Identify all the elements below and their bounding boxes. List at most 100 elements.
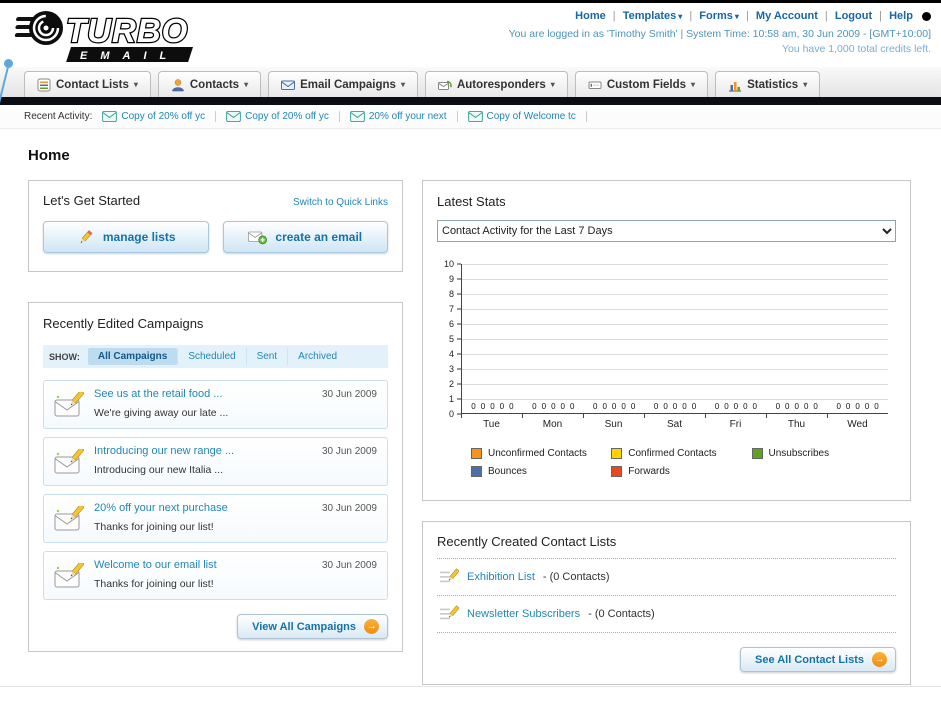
left-column: Let's Get Started Switch to Quick Links xyxy=(28,180,403,652)
top-nav-templates[interactable]: Templates ▾ xyxy=(623,10,683,22)
chart-y-tick-label: 5 xyxy=(448,334,454,344)
tab-custom-fields[interactable]: Custom Fields ▾ xyxy=(574,71,709,97)
see-all-contact-lists-button[interactable]: See All Contact Lists → xyxy=(739,647,896,672)
campaign-title-link[interactable]: 20% off your next purchase xyxy=(94,502,228,514)
chevron-down-icon: ▾ xyxy=(803,80,808,89)
contact-lists-panel-title: Recently Created Contact Lists xyxy=(437,534,896,559)
login-info: You are logged in as 'Timothy Smith' | S… xyxy=(508,28,931,40)
legend-label: Bounces xyxy=(488,466,527,477)
chart-y-tick-label: 8 xyxy=(448,289,454,299)
filter-all-campaigns[interactable]: All Campaigns xyxy=(87,348,178,365)
legend-item: Unsubscribes xyxy=(751,448,892,459)
contact-list-row[interactable]: Newsletter Subscribers - (0 Contacts) xyxy=(437,596,896,633)
campaign-subtitle: Thanks for joining our list! xyxy=(94,578,214,590)
nav-separator: | xyxy=(879,10,883,22)
credits-info: You have 1,000 total credits left. xyxy=(781,43,931,55)
stats-panel-title: Latest Stats xyxy=(437,194,506,209)
top-nav-my-account[interactable]: My Account xyxy=(756,10,818,22)
email-edit-icon xyxy=(54,391,84,416)
chart-category-label: Sun xyxy=(583,414,644,430)
chart-plot-area: 00000 00000 00000 00000 00000 00000 00000 xyxy=(461,264,888,414)
recent-activity-item[interactable]: 20% off your next xyxy=(350,111,458,122)
chart-y-tick-label: 9 xyxy=(448,274,454,284)
chart-values-group: 00000 xyxy=(593,402,636,411)
arrow-right-icon: → xyxy=(364,619,379,634)
pencil-icon xyxy=(80,229,93,243)
chart-x-axis: Tue Mon Sun Sat Fri Thu Wed xyxy=(461,414,888,430)
filter-archived[interactable]: Archived xyxy=(287,348,347,365)
legend-label: Unconfirmed Contacts xyxy=(488,448,587,459)
campaign-subtitle: Introducing our new Italia ... xyxy=(94,464,223,476)
campaign-row[interactable]: Welcome to our email list Thanks for joi… xyxy=(43,551,388,600)
contact-list-row[interactable]: Exhibition List - (0 Contacts) xyxy=(437,559,896,596)
contact-list-link[interactable]: Exhibition List xyxy=(467,571,535,583)
campaign-title-link[interactable]: Introducing our new range ... xyxy=(94,445,234,457)
campaign-row[interactable]: See us at the retail food ... We're givi… xyxy=(43,380,388,429)
tab-email-campaigns[interactable]: Email Campaigns ▾ xyxy=(268,71,418,97)
tab-statistics[interactable]: Statistics ▾ xyxy=(715,71,821,97)
view-all-campaigns-button[interactable]: View All Campaigns → xyxy=(237,614,388,639)
autoresponders-icon xyxy=(437,80,452,90)
chevron-down-icon: ▾ xyxy=(400,80,405,89)
envelope-plus-icon xyxy=(248,231,268,244)
recently-created-contact-lists-panel: Recently Created Contact Lists Exhibitio… xyxy=(422,521,911,685)
list-edit-icon xyxy=(440,605,459,620)
logo-email-text: EMAIL xyxy=(80,50,179,62)
campaign-title-link[interactable]: Welcome to our email list xyxy=(94,559,217,571)
contacts-icon xyxy=(172,78,184,91)
arrow-right-icon: → xyxy=(872,652,887,667)
legend-item: Unconfirmed Contacts xyxy=(471,448,611,459)
header-right: Home | Templates ▾ | Forms ▾ | My Account … xyxy=(509,7,931,67)
email-edit-icon xyxy=(54,505,84,530)
chart-category-label: Wed xyxy=(827,414,888,430)
recent-activity-item[interactable]: Copy of Welcome tc xyxy=(467,111,587,122)
get-started-panel: Let's Get Started Switch to Quick Links xyxy=(28,180,403,272)
campaign-row[interactable]: Introducing our new range ... Introducin… xyxy=(43,437,388,486)
legend-label: Forwards xyxy=(628,466,670,477)
stats-filter-select[interactable]: Contact Activity for the Last 7 Days xyxy=(437,220,896,242)
page-title: Home xyxy=(28,147,70,164)
show-label: SHOW: xyxy=(49,351,80,362)
top-nav-help[interactable]: Help xyxy=(889,10,913,22)
turbo-email-logo-image: TURBO EMAIL xyxy=(14,11,194,62)
chart-values-group: 00000 xyxy=(471,402,514,411)
switch-to-quick-links[interactable]: Switch to Quick Links xyxy=(293,197,388,208)
custom-fields-icon xyxy=(588,81,602,89)
tab-autoresponders[interactable]: Autoresponders ▾ xyxy=(424,71,568,97)
latest-stats-panel: Latest Stats Contact Activity for the La… xyxy=(422,180,911,501)
chart-y-tick-label: 0 xyxy=(448,409,454,419)
chart-y-axis: 10 9 8 7 6 5 4 3 2 1 0 xyxy=(439,259,461,419)
chevron-down-icon: ▾ xyxy=(550,80,555,89)
legend-label: Unsubscribes xyxy=(768,448,830,459)
top-nav-home[interactable]: Home xyxy=(575,10,606,22)
filter-sent[interactable]: Sent xyxy=(245,348,288,365)
email-campaigns-icon xyxy=(281,80,296,90)
legend-swatch xyxy=(611,448,623,459)
chart-category-label: Fri xyxy=(705,414,766,430)
chevron-down-icon: ▾ xyxy=(133,80,138,89)
get-started-title: Let's Get Started xyxy=(43,193,141,208)
recent-activity-item[interactable]: Copy of 20% off yc xyxy=(226,111,340,122)
tab-contacts[interactable]: Contacts ▾ xyxy=(157,71,262,97)
header-dot xyxy=(922,11,931,21)
chart-values-group: 00000 xyxy=(532,402,575,411)
campaign-title-link[interactable]: See us at the retail food ... xyxy=(94,388,228,400)
top-nav-logout[interactable]: Logout xyxy=(835,10,872,22)
legend-swatch xyxy=(611,466,623,477)
recent-activity-item[interactable]: Copy of 20% off yc xyxy=(102,111,217,122)
top-nav-forms[interactable]: Forms ▾ xyxy=(699,10,739,22)
manage-lists-button[interactable]: manage lists xyxy=(43,221,209,253)
legend-swatch xyxy=(751,448,763,459)
tab-contact-lists[interactable]: Contact Lists ▾ xyxy=(24,71,151,97)
campaign-date: 30 Jun 2009 xyxy=(321,560,377,571)
contact-list-link[interactable]: Newsletter Subscribers xyxy=(467,608,580,620)
filter-scheduled[interactable]: Scheduled xyxy=(177,348,245,365)
create-email-button[interactable]: create an email xyxy=(222,221,388,253)
nav-separator: | xyxy=(612,10,616,22)
nav-separator: | xyxy=(746,10,749,22)
campaign-subtitle: We're giving away our late ... xyxy=(94,407,229,419)
campaign-row[interactable]: 20% off your next purchase Thanks for jo… xyxy=(43,494,388,543)
turbo-email-logo[interactable]: TURBO EMAIL xyxy=(6,7,258,67)
chart-y-tick-label: 1 xyxy=(448,394,454,404)
chart-y-tick-label: 3 xyxy=(448,364,454,374)
